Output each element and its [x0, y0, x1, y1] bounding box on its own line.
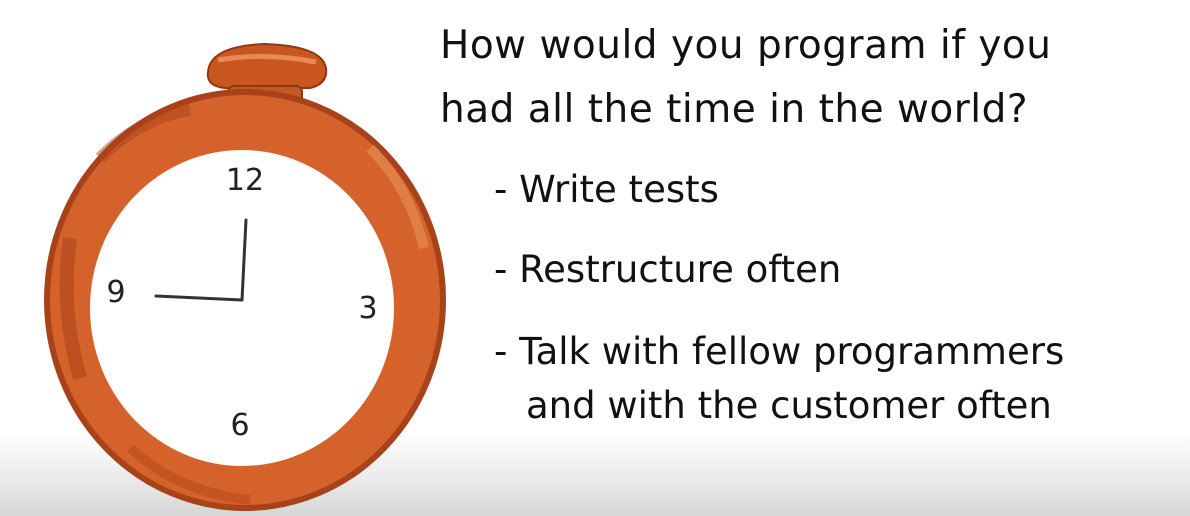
numeral-9: 9 [106, 275, 125, 310]
bullet-talk-line-1: - Talk with fellow programmers [494, 330, 1065, 373]
numeral-3: 3 [358, 291, 377, 326]
bullet-write-tests: - Write tests [494, 168, 719, 211]
slide: 12 3 6 9 How would you program if you ha… [0, 0, 1190, 516]
heading-line-2: had all the time in the world? [440, 87, 1029, 132]
numeral-6: 6 [230, 408, 249, 443]
stopwatch-icon: 12 3 6 9 [44, 42, 446, 511]
bullet-talk-line-2: and with the customer often [526, 384, 1052, 427]
bullet-restructure-often: - Restructure often [494, 248, 842, 291]
slide-heading: How would you program if you had all the… [440, 14, 1140, 142]
numeral-12: 12 [226, 163, 264, 198]
bullet-talk-with-programmers: - Talk with fellow programmers and with … [494, 328, 1064, 436]
heading-line-1: How would you program if you [440, 23, 1052, 68]
